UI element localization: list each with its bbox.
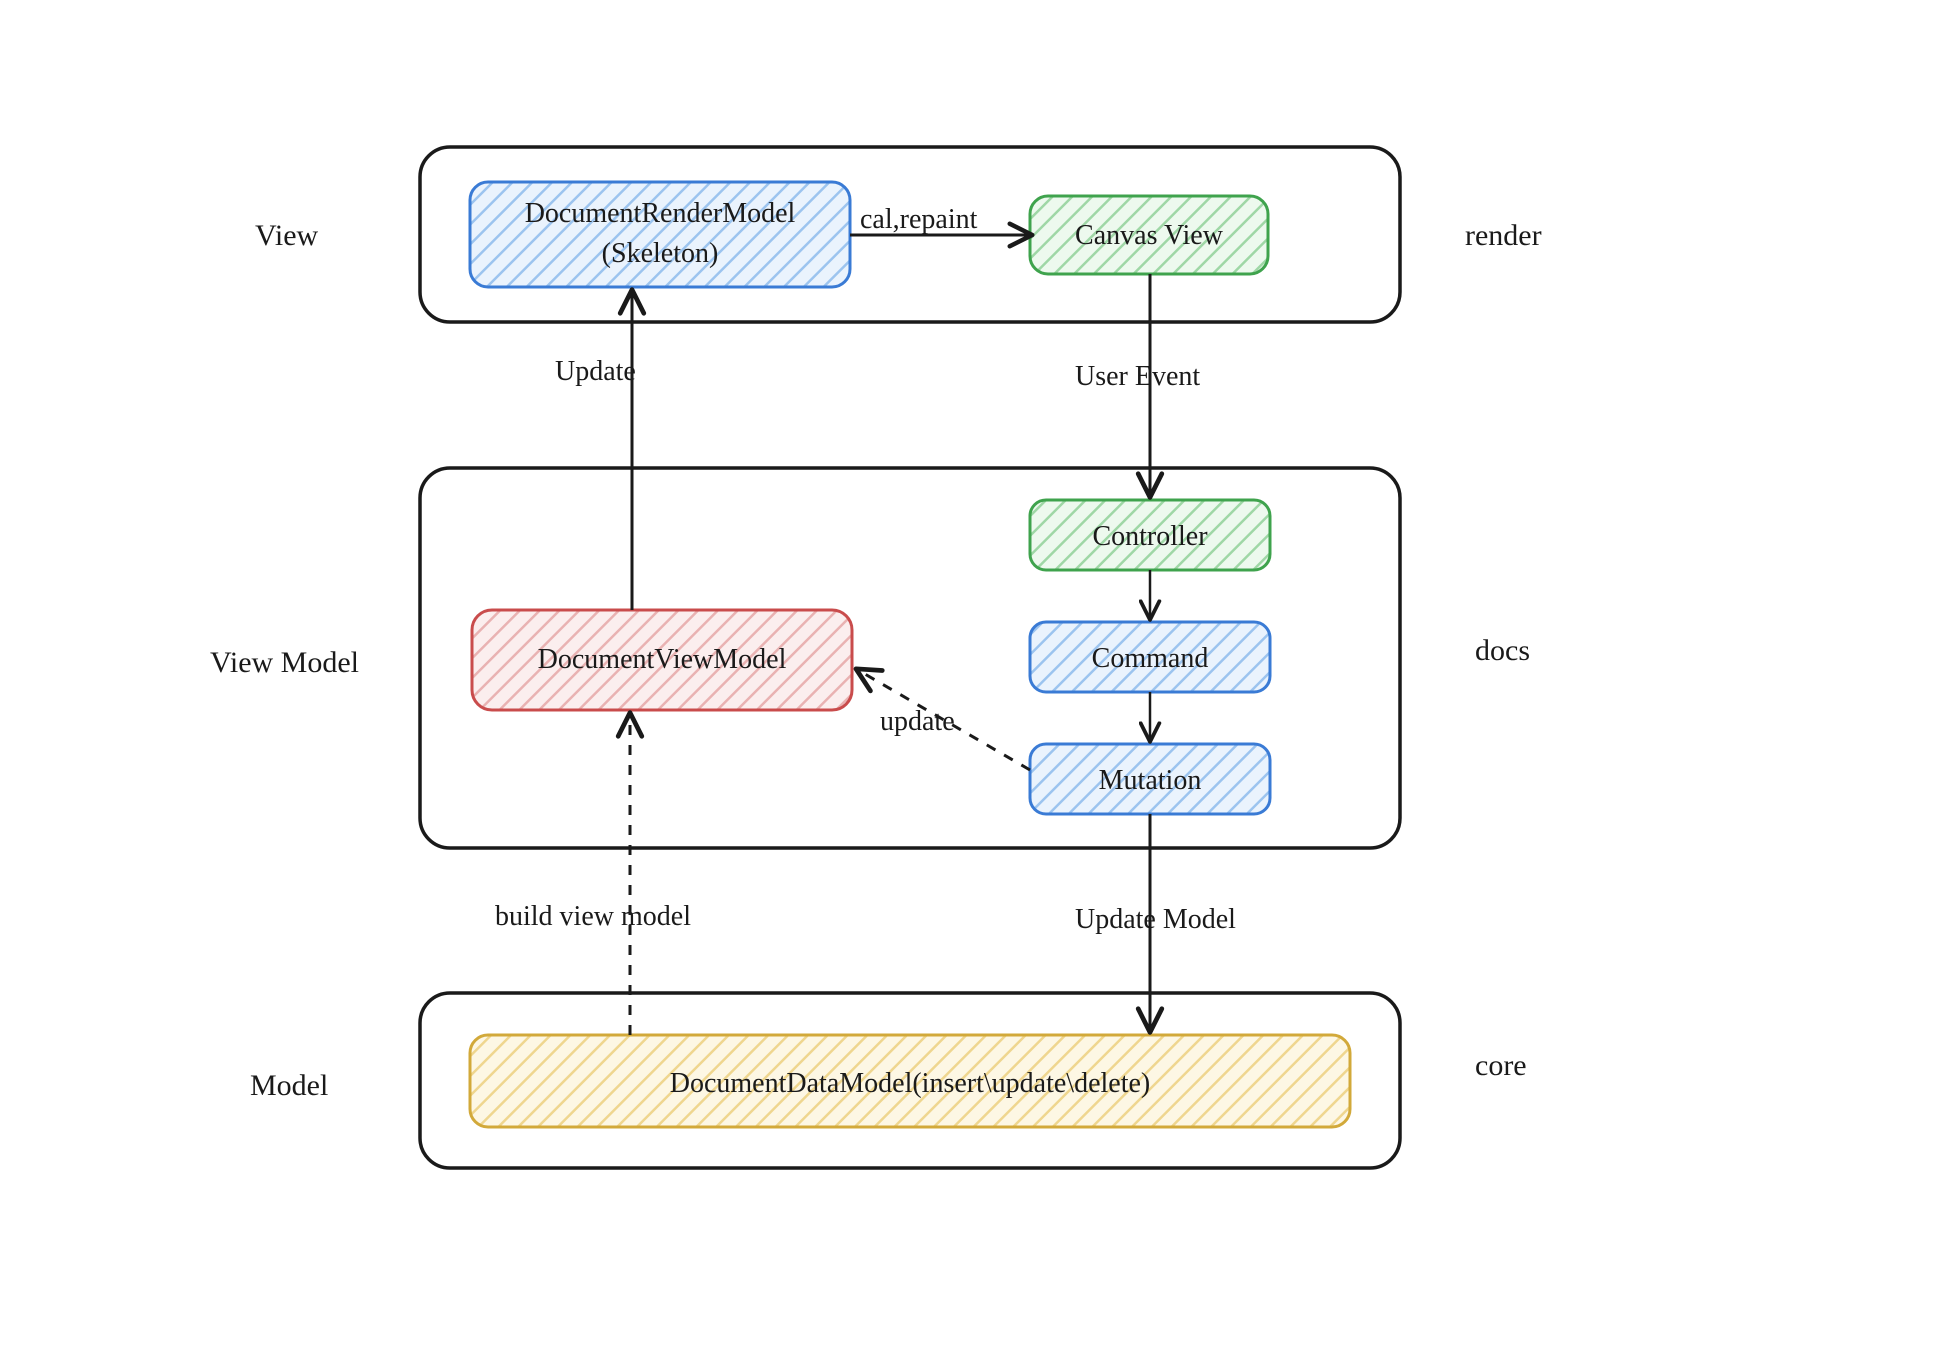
layer-view-group: View render DocumentRenderModel (Skeleto…	[255, 147, 1542, 322]
layer-view-label: View	[255, 219, 319, 252]
node-document-view-model: DocumentViewModel	[472, 610, 852, 710]
svg-text:Canvas View: Canvas View	[1075, 220, 1224, 251]
node-mutation: Mutation	[1030, 744, 1270, 814]
edge-user-event-label: User Event	[1075, 361, 1200, 392]
edge-update-model-label: Update Model	[1075, 904, 1236, 935]
node-document-render-model: DocumentRenderModel (Skeleton)	[470, 182, 850, 287]
node-document-data-model: DocumentDataModel(insert\update\delete)	[470, 1035, 1350, 1127]
layer-model-group: Model core DocumentDataModel(insert\upda…	[250, 993, 1527, 1168]
svg-text:(Skeleton): (Skeleton)	[602, 238, 719, 269]
edge-mutation-viewmodel-label: update	[880, 706, 955, 737]
edge-cal-repaint-label: cal,repaint	[860, 204, 978, 235]
svg-text:Command: Command	[1092, 643, 1209, 674]
module-docs-label: docs	[1475, 634, 1530, 667]
svg-text:DocumentRenderModel: DocumentRenderModel	[525, 198, 796, 229]
layer-viewmodel-label: View Model	[210, 646, 359, 679]
edge-build-view-model-label: build view model	[495, 901, 691, 932]
svg-text:DocumentDataModel(insert\updat: DocumentDataModel(insert\update\delete)	[670, 1068, 1150, 1099]
module-core-label: core	[1475, 1049, 1527, 1082]
svg-text:Mutation: Mutation	[1099, 765, 1202, 796]
edge-update-label: Update	[555, 356, 636, 387]
svg-text:Controller: Controller	[1092, 521, 1208, 552]
node-command: Command	[1030, 622, 1270, 692]
module-render-label: render	[1465, 219, 1542, 252]
node-controller: Controller	[1030, 500, 1270, 570]
layer-model-label: Model	[250, 1069, 328, 1102]
node-canvas-view: Canvas View	[1030, 196, 1268, 274]
svg-text:DocumentViewModel: DocumentViewModel	[538, 644, 787, 675]
layer-viewmodel-group: View Model docs DocumentViewModel Contro…	[210, 468, 1530, 848]
